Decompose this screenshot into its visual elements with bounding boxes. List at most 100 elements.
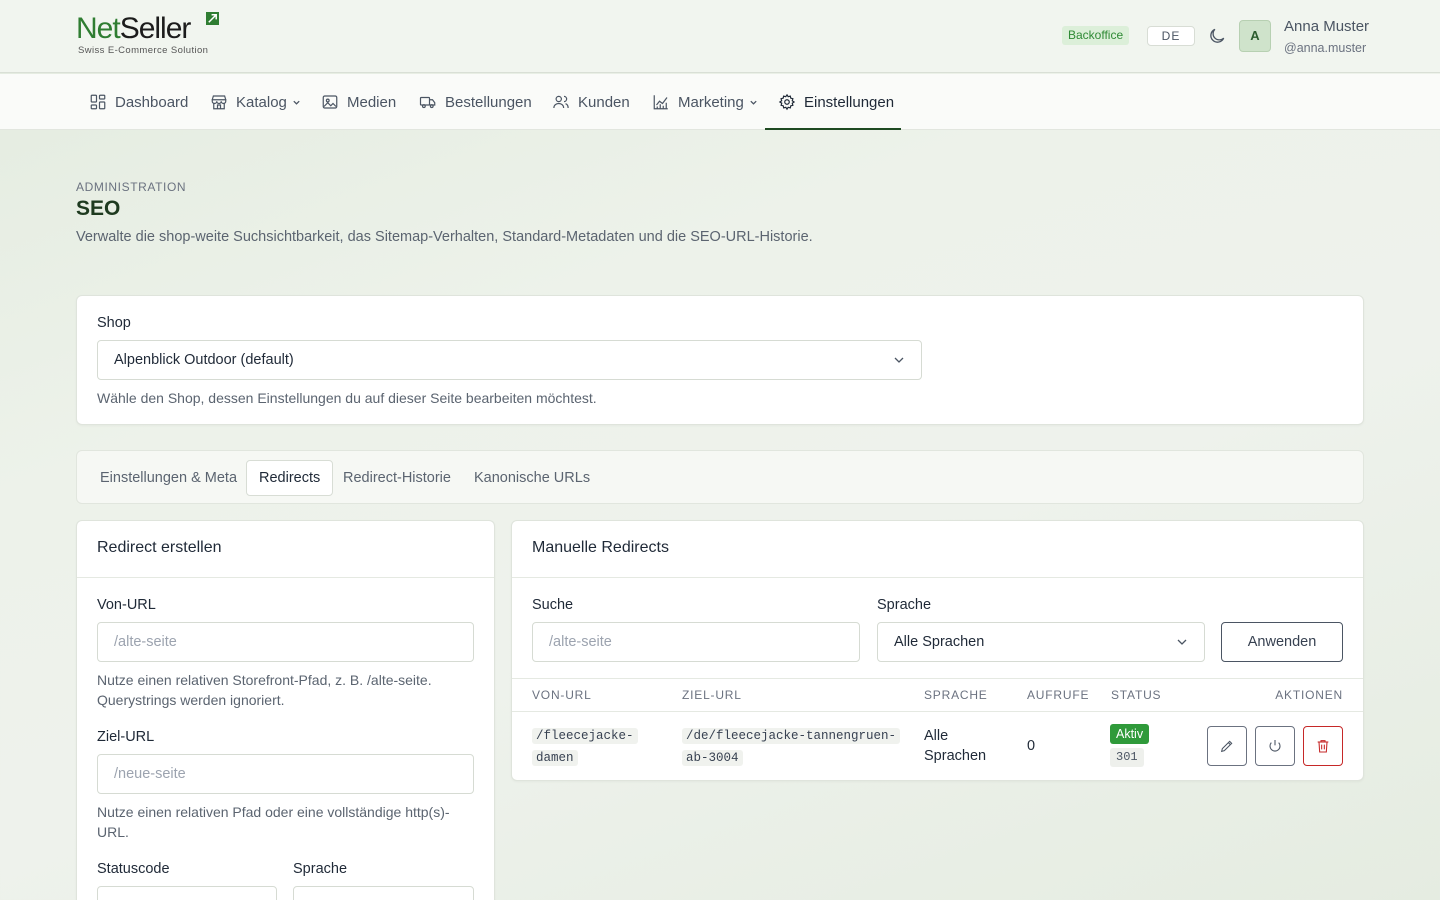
to-url-line1: /de/fleecejacke-tannengruen- (682, 728, 901, 744)
chevron-down-icon (1177, 639, 1187, 645)
nav-item-bestellungen[interactable]: Bestellungen (419, 74, 532, 130)
page-title: SEO (76, 197, 121, 220)
breadcrumb: ADMINISTRATION (76, 180, 187, 194)
to-url-help: Nutze einen relativen Pfad oder eine vol… (97, 804, 450, 840)
card-divider (77, 577, 494, 578)
column-header-language: SPRACHE (924, 688, 988, 702)
trash-icon (1317, 740, 1329, 753)
status-code-label: Statuscode (97, 861, 170, 877)
to-url-input[interactable]: /neue-seite (97, 754, 474, 794)
filter-language-value: Alle Sprachen (894, 634, 985, 650)
column-header-from: VON-URL (532, 688, 592, 702)
column-header-to: ZIEL-URL (682, 688, 742, 702)
from-url-line1: /fleecejacke- (532, 728, 638, 744)
nav-item-einstellungen[interactable]: Einstellungen (778, 74, 894, 130)
nav-item-katalog[interactable]: Katalog (210, 74, 301, 130)
user-name: Anna Muster (1284, 18, 1370, 35)
users-icon (553, 95, 569, 109)
row-language-line2: Sprachen (924, 748, 987, 764)
tab-redirects[interactable]: Redirects (246, 460, 334, 496)
row-hits: 0 (1027, 738, 1036, 754)
tab-canonical-urls[interactable]: Kanonische URLs (462, 460, 602, 496)
chevron-down-icon (293, 100, 300, 105)
nav-label-dashboard: Dashboard (115, 93, 189, 111)
netseller-logo[interactable]: NetSeller Swiss E-Commerce Solution (76, 12, 226, 58)
status-code-badge: 301 (1110, 748, 1144, 767)
column-header-hits: AUFRUFE (1027, 688, 1090, 702)
nav-item-marketing[interactable]: Marketing (652, 74, 758, 130)
language-select[interactable] (293, 886, 474, 900)
row-language: Alle Sprachen (924, 726, 986, 766)
table-divider (512, 678, 1363, 679)
row-from-url: /fleecejacke- damen (532, 725, 638, 769)
active-nav-indicator (765, 128, 901, 130)
row-to-url: /de/fleecejacke-tannengruen- ab-3004 (682, 725, 901, 769)
column-header-actions: AKTIONEN (1275, 688, 1343, 702)
to-url-placeholder: /neue-seite (114, 766, 186, 782)
power-icon (1269, 740, 1281, 752)
language-label: Sprache (293, 861, 348, 877)
shop-select-value: Alpenblick Outdoor (default) (114, 352, 294, 368)
toggle-active-button[interactable] (1255, 726, 1295, 766)
card-divider (512, 577, 1363, 578)
backoffice-badge: Backoffice (1062, 26, 1130, 45)
nav-label-katalog: Katalog (236, 93, 287, 111)
top-bar: NetSeller Swiss E-Commerce Solution Back… (0, 0, 1440, 73)
gear-icon (778, 93, 796, 111)
nav-item-medien[interactable]: Medien (321, 74, 396, 130)
status-badge: Aktiv (1110, 724, 1150, 744)
search-placeholder: /alte-seite (549, 634, 612, 650)
nav-item-dashboard[interactable]: Dashboard (89, 74, 188, 130)
moon-icon[interactable] (1207, 26, 1227, 46)
user-handle: @anna.muster (1284, 41, 1367, 55)
leaf-icon (206, 12, 219, 25)
search-input[interactable]: /alte-seite (532, 622, 860, 662)
nav-label-medien: Medien (347, 93, 397, 111)
nav-label-kunden: Kunden (578, 93, 630, 111)
from-url-label: Von-URL (97, 597, 156, 613)
manual-redirects-card: Manuelle Redirects Suche /alte-seite Spr… (511, 520, 1364, 781)
tab-settings-meta[interactable]: Einstellungen & Meta (88, 460, 249, 496)
manual-redirects-title: Manuelle Redirects (532, 539, 669, 556)
logo-word-net: Net (76, 12, 121, 45)
shop-select[interactable]: Alpenblick Outdoor (default) (97, 340, 922, 380)
delete-button[interactable] (1303, 726, 1343, 766)
create-redirect-title: Redirect erstellen (97, 539, 222, 556)
language-switch-button[interactable]: DE (1147, 26, 1195, 46)
chevron-down-icon (750, 100, 757, 105)
filter-language-select[interactable]: Alle Sprachen (877, 622, 1205, 662)
logo-wordmark: NetSeller (76, 12, 192, 46)
shop-help-text: Wähle den Shop, dessen Einstellungen du … (97, 390, 597, 406)
filter-language-label: Sprache (877, 597, 932, 613)
nav-label-marketing: Marketing (678, 93, 744, 111)
nav-label-bestellungen: Bestellungen (445, 93, 532, 111)
nav-label-einstellungen: Einstellungen (804, 93, 895, 111)
main-navigation: Dashboard Katalog Medien Bestellungen Ku… (0, 74, 1440, 130)
from-url-placeholder: /alte-seite (114, 634, 177, 650)
dashboard-icon (90, 94, 106, 110)
image-icon (322, 95, 338, 109)
tab-redirect-history[interactable]: Redirect-Historie (331, 460, 463, 496)
chevron-down-icon (894, 357, 904, 363)
row-language-line1: Alle (924, 728, 949, 744)
avatar[interactable]: A (1239, 20, 1271, 52)
from-url-line2: damen (532, 750, 578, 766)
seo-tabs: Einstellungen & Meta Redirects Redirect-… (76, 450, 1364, 504)
from-url-input[interactable]: /alte-seite (97, 622, 474, 662)
shop-selector-card: Shop Alpenblick Outdoor (default) Wähle … (76, 295, 1364, 425)
status-code-select[interactable] (97, 886, 277, 900)
table-divider (512, 711, 1363, 712)
logo-word-seller: Seller (119, 12, 192, 45)
column-header-status: STATUS (1111, 688, 1162, 702)
pencil-icon (1220, 740, 1233, 753)
logo-tagline: Swiss E-Commerce Solution (78, 45, 209, 56)
shop-label: Shop (97, 315, 131, 331)
apply-filter-button[interactable]: Anwenden (1221, 622, 1343, 662)
chart-icon (653, 95, 668, 110)
nav-item-kunden[interactable]: Kunden (552, 74, 630, 130)
edit-button[interactable] (1207, 726, 1247, 766)
to-url-label: Ziel-URL (97, 729, 155, 745)
store-icon (211, 95, 227, 110)
from-url-help: Nutze einen relativen Storefront-Pfad, z… (97, 672, 432, 708)
to-url-line2: ab-3004 (682, 750, 743, 766)
